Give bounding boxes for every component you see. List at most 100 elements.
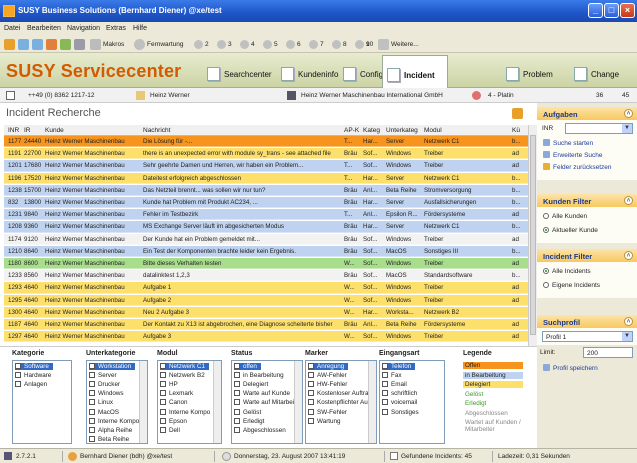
checkbox[interactable] [234,390,240,397]
filter-item[interactable]: Interne Kompo [89,417,139,425]
collapse-icon[interactable]: ˄ [624,251,633,260]
slot-button[interactable]: 10 [366,41,373,48]
filter-item[interactable]: Epson [160,417,187,425]
filter-item[interactable]: HW-Fehler [308,381,347,388]
col-ir[interactable]: IR [24,127,31,134]
checkbox[interactable] [160,417,166,424]
checkbox[interactable] [308,390,314,397]
menu-navigation[interactable]: Navigation [67,25,100,32]
incident-filter-header[interactable]: Incident Filter ˄ [537,249,637,262]
filter-scrollbar[interactable] [294,361,302,443]
refresh-icon[interactable] [60,39,71,50]
filter-item[interactable]: AW-Fehler [308,372,347,379]
checkbox[interactable] [89,390,95,397]
suchprofil-header[interactable]: Suchprofil ˄ [537,315,637,328]
forward-icon[interactable] [32,39,43,50]
kunden-filter-header[interactable]: Kunden Filter ˄ [537,194,637,207]
filter-item[interactable]: Email [382,381,407,388]
felder-zuruecksetzen-link[interactable]: Felder zurücksetzen [543,163,612,171]
scrollbar-thumb[interactable] [530,135,536,335]
checkbox[interactable] [89,399,95,406]
table-row[interactable]: 1180 8600 Heinz Werner Maschinenbau Bitte d… [4,258,528,270]
checkbox[interactable] [234,372,240,379]
checkbox[interactable] [15,381,21,388]
collapse-icon[interactable]: ˄ [624,196,633,205]
filter-unterkategorie-list[interactable]: Workstation Server Drucker Windows Linux MacO… [86,360,148,444]
weitere-button[interactable]: Weitere... [391,41,419,48]
table-row[interactable]: 1295 4640 Heinz Werner Maschinenbau Aufgabe… [4,294,528,306]
checkbox[interactable] [160,372,166,379]
erweiterte-suche-link[interactable]: Erweiterte Suche [543,151,603,159]
filter-item[interactable]: Dell [160,426,180,434]
suche-starten-link[interactable]: Suche starten [543,139,593,147]
table-row[interactable]: 1196 17520 Heinz Werner Maschinenbau Dateit… [4,172,528,184]
checkbox[interactable] [160,426,166,433]
checkbox[interactable] [160,363,166,369]
filter-item[interactable]: Warte auf Mitarbei [234,399,294,406]
filter-marker-list[interactable]: Anregung AW-Fehler HW-Fehler Kostenloser Au… [305,360,377,444]
checkbox[interactable] [382,399,388,406]
table-row[interactable]: 1238 15700 Heinz Werner Maschinenbau Das Ne… [4,184,528,196]
profil-select[interactable]: Profil 1 ▼ [542,331,633,342]
filter-scrollbar[interactable] [139,361,147,443]
slot-button[interactable]: 4 [251,41,255,48]
checkbox[interactable] [234,417,240,424]
table-row[interactable]: 1233 8560 Heinz Werner Maschinenbau datalin… [4,270,528,282]
checkbox[interactable] [382,363,388,369]
checkbox[interactable] [308,381,314,388]
checkbox[interactable] [15,363,21,369]
menu-bearbeiten[interactable]: Bearbeiten [27,25,61,32]
filter-item[interactable]: Linux [89,399,113,406]
filter-item[interactable]: in Bearbeitung [234,372,284,379]
filter-item[interactable]: Interne Kompo [160,408,210,416]
filter-item[interactable]: Canon [160,399,188,406]
checkbox[interactable] [160,399,166,406]
filter-item[interactable]: Drucker [89,381,120,388]
back-icon[interactable] [18,39,29,50]
table-row[interactable]: 1177 24440 Heinz Werner Maschinenbau Die Lö… [4,136,528,148]
filter-item[interactable]: SW-Fehler [308,408,347,416]
radio-aktueller-kunde[interactable]: Aktueller Kunde [543,227,598,234]
checkbox[interactable] [15,372,21,379]
menu-extras[interactable]: Extras [106,25,126,32]
col-inr[interactable]: INR [8,127,19,134]
filter-item[interactable]: Beta Reihe [89,435,129,443]
menu-datei[interactable]: Datei [4,25,20,32]
filter-item[interactable]: Delegiert [234,381,268,388]
filter-item[interactable]: Warte auf Kunde [234,390,290,397]
new-icon[interactable] [4,39,15,50]
aufgaben-header[interactable]: Aufgaben ˄ [537,107,637,120]
filter-item[interactable]: Fax [382,372,402,379]
checkbox[interactable] [234,426,240,433]
limit-input[interactable]: 200 [583,347,633,358]
filter-status-list[interactable]: offen in Bearbeitung Delegiert Warte auf Ku… [231,360,303,444]
filter-scrollbar[interactable] [213,361,221,443]
checkbox[interactable] [382,390,388,397]
filter-item[interactable]: Windows [89,390,124,397]
checkbox[interactable] [382,381,388,388]
filter-item[interactable]: Kostenloser Auftra [308,390,368,397]
filter-item[interactable]: Software [15,363,53,370]
save-icon[interactable] [74,39,85,50]
checkbox[interactable] [160,390,166,397]
slot-button[interactable]: 5 [274,41,278,48]
collapse-icon[interactable]: ˄ [624,317,633,326]
filter-item[interactable]: Anregung [308,363,349,370]
table-row[interactable]: 1231 9840 Heinz Werner Maschinenbau Fehler … [4,209,528,221]
filter-item[interactable]: Sonstiges [382,408,419,416]
filter-scrollbar[interactable] [368,361,376,443]
checkbox[interactable] [89,435,95,442]
filter-item[interactable]: Erledigt [234,417,264,425]
checkbox[interactable] [308,372,314,379]
checkbox[interactable] [89,408,95,415]
col-kunde[interactable]: Kunde [45,127,64,134]
checkbox[interactable] [89,372,95,379]
radio-alle-kunden[interactable]: Alle Kunden [543,213,587,220]
slot-button[interactable]: 3 [228,41,232,48]
filter-item[interactable]: Wartung [308,417,341,425]
filter-modul-list[interactable]: Netzwerk C1 Netzwerk B2 HP Lexmark Canon Inte… [157,360,222,444]
close-button[interactable]: × [620,3,635,18]
filter-kategorie-list[interactable]: Software Hardware Anlagen [12,360,72,444]
radio-alle-incidents[interactable]: Alle Incidents [543,268,591,275]
checkbox[interactable] [308,408,314,415]
